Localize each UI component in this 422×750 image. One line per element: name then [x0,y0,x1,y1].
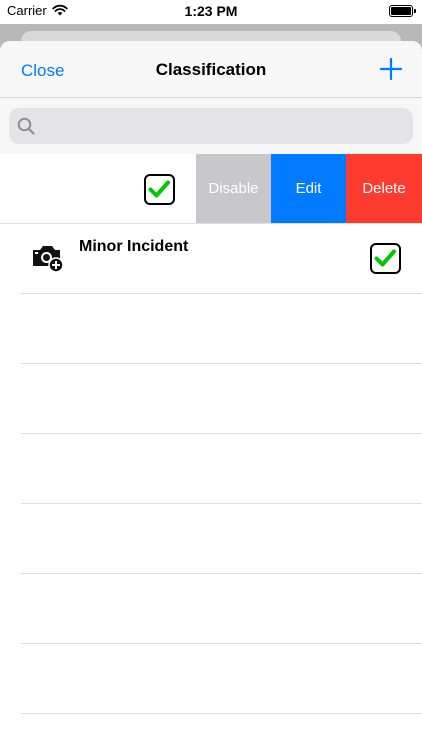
search-icon [17,117,35,135]
checkbox-checked[interactable] [370,243,401,274]
clock: 1:23 PM [184,3,238,19]
checkbox-checked[interactable] [144,174,175,205]
edit-button[interactable]: Edit [271,154,346,223]
add-icon[interactable] [380,58,402,80]
search-bar [0,98,422,154]
battery-icon [389,5,416,17]
checkmark-icon [374,249,396,267]
row-content[interactable] [0,154,196,223]
status-bar: Carrier 1:23 PM [0,0,422,24]
table-row[interactable]: Minor Incident [21,224,422,294]
empty-row [21,504,422,574]
camera-add-icon [33,246,64,273]
screen: Carrier 1:23 PM Close Classification Dis… [0,0,422,750]
classification-list: Disable Edit Delete Minor Incident [0,154,422,714]
empty-row [21,294,422,364]
search-input[interactable] [40,108,400,144]
empty-row [21,574,422,644]
table-row[interactable]: Disable Edit Delete [0,154,422,224]
page-title: Classification [155,60,267,79]
classification-sheet: Close Classification Disable Edit Delete… [0,41,422,750]
empty-row [21,434,422,504]
empty-row [21,644,422,714]
delete-button[interactable]: Delete [346,154,422,223]
empty-row [21,364,422,434]
checkmark-icon [148,180,170,198]
navigation-bar: Close Classification [0,41,422,98]
disable-button[interactable]: Disable [196,154,271,223]
row-title: Minor Incident [79,238,189,255]
